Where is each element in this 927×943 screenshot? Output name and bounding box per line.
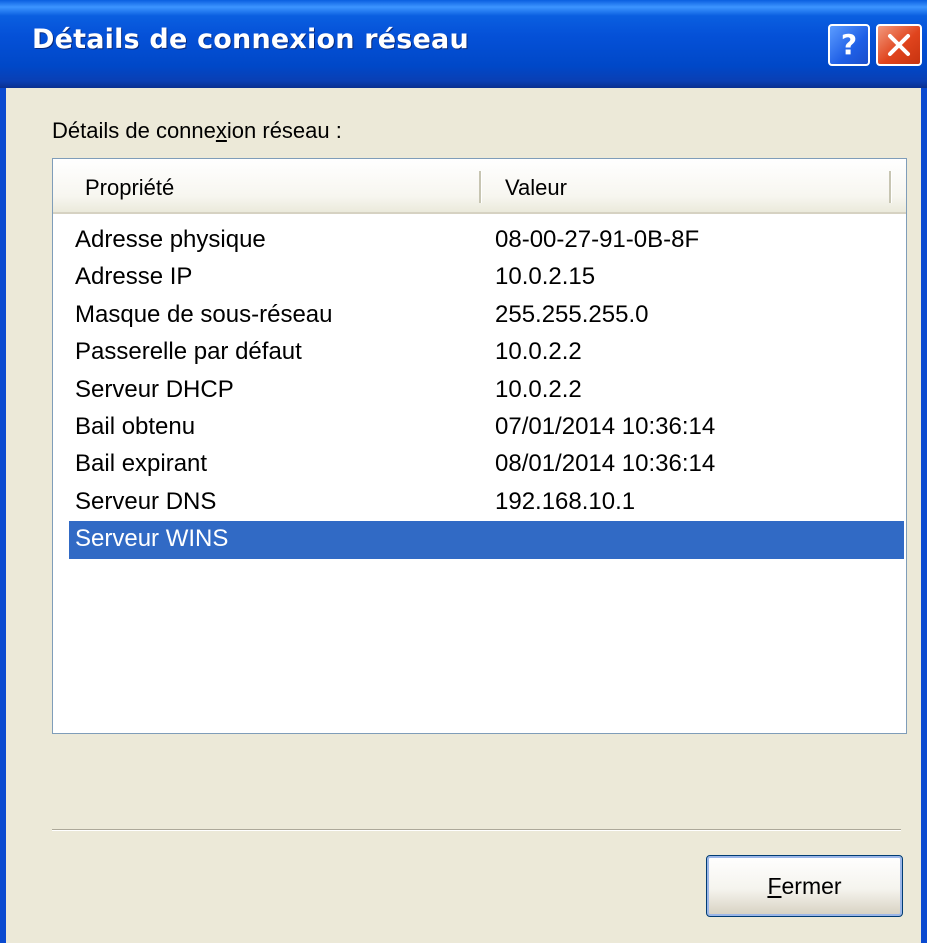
details-listview[interactable]: Propriété Valeur Adresse physique 08-00-… xyxy=(52,158,907,734)
window-title: Détails de connexion réseau xyxy=(32,24,469,55)
help-icon: ? xyxy=(840,28,858,61)
cell-property: Adresse IP xyxy=(75,263,193,291)
close-window-button[interactable] xyxy=(876,24,922,66)
cell-property: Serveur DNS xyxy=(75,487,217,515)
list-row-ip-address[interactable]: Adresse IP 10.0.2.15 xyxy=(53,259,906,296)
listview-header: Propriété Valeur xyxy=(53,159,906,214)
column-separator-end[interactable] xyxy=(889,171,892,203)
column-header-value[interactable]: Valeur xyxy=(505,175,567,201)
close-icon xyxy=(888,34,910,56)
list-row-dns-server[interactable]: Serveur DNS 192.168.10.1 xyxy=(53,484,906,521)
cell-property: Serveur WINS xyxy=(75,525,229,553)
cell-value: 07/01/2014 10:36:14 xyxy=(495,412,716,440)
list-row-physical-address[interactable]: Adresse physique 08-00-27-91-0B-8F xyxy=(53,222,906,259)
details-label-pre: Détails de conne xyxy=(52,118,216,143)
cell-value: 255.255.255.0 xyxy=(495,300,649,328)
help-button[interactable]: ? xyxy=(828,24,870,66)
close-button-label: ermer xyxy=(781,872,842,899)
close-button[interactable]: Fermer xyxy=(706,855,903,917)
list-row-subnet-mask[interactable]: Masque de sous-réseau 255.255.255.0 xyxy=(53,297,906,334)
cell-property: Bail expirant xyxy=(75,450,208,478)
details-label-accelerator: x xyxy=(215,118,227,143)
cell-property: Adresse physique xyxy=(75,226,266,253)
cell-property: Passerelle par défaut xyxy=(75,338,302,366)
close-button-accelerator: F xyxy=(767,872,782,899)
column-separator[interactable] xyxy=(479,171,482,203)
column-header-property[interactable]: Propriété xyxy=(85,175,174,201)
title-bar[interactable]: Détails de connexion réseau ? xyxy=(0,0,927,88)
details-label: Détails de connexion réseau : xyxy=(52,118,342,144)
list-row-lease-obtained[interactable]: Bail obtenu 07/01/2014 10:36:14 xyxy=(53,409,906,446)
cell-value: 08/01/2014 10:36:14 xyxy=(495,450,716,478)
list-row-default-gateway[interactable]: Passerelle par défaut 10.0.2.2 xyxy=(53,334,906,371)
cell-value: 08-00-27-91-0B-8F xyxy=(495,226,700,253)
list-row-lease-expires[interactable]: Bail expirant 08/01/2014 10:36:14 xyxy=(53,446,906,483)
cell-value: 10.0.2.15 xyxy=(495,263,596,291)
dialog-separator xyxy=(52,829,901,831)
cell-value: 10.0.2.2 xyxy=(495,338,582,366)
listview-body: Adresse physique 08-00-27-91-0B-8F Adres… xyxy=(53,222,906,559)
cell-property: Masque de sous-réseau xyxy=(75,300,333,328)
details-label-post: ion réseau : xyxy=(226,118,342,143)
cell-property: Bail obtenu xyxy=(75,412,196,440)
list-row-wins-server[interactable]: Serveur WINS xyxy=(69,521,904,559)
network-details-dialog: Détails de connexion réseau ? Détails de… xyxy=(0,0,927,943)
window-right-border xyxy=(921,88,927,943)
cell-value: 10.0.2.2 xyxy=(495,375,582,403)
cell-value: 192.168.10.1 xyxy=(495,487,636,515)
list-row-dhcp-server[interactable]: Serveur DHCP 10.0.2.2 xyxy=(53,372,906,409)
window-left-border xyxy=(0,88,6,943)
cell-property: Serveur DHCP xyxy=(75,375,234,403)
